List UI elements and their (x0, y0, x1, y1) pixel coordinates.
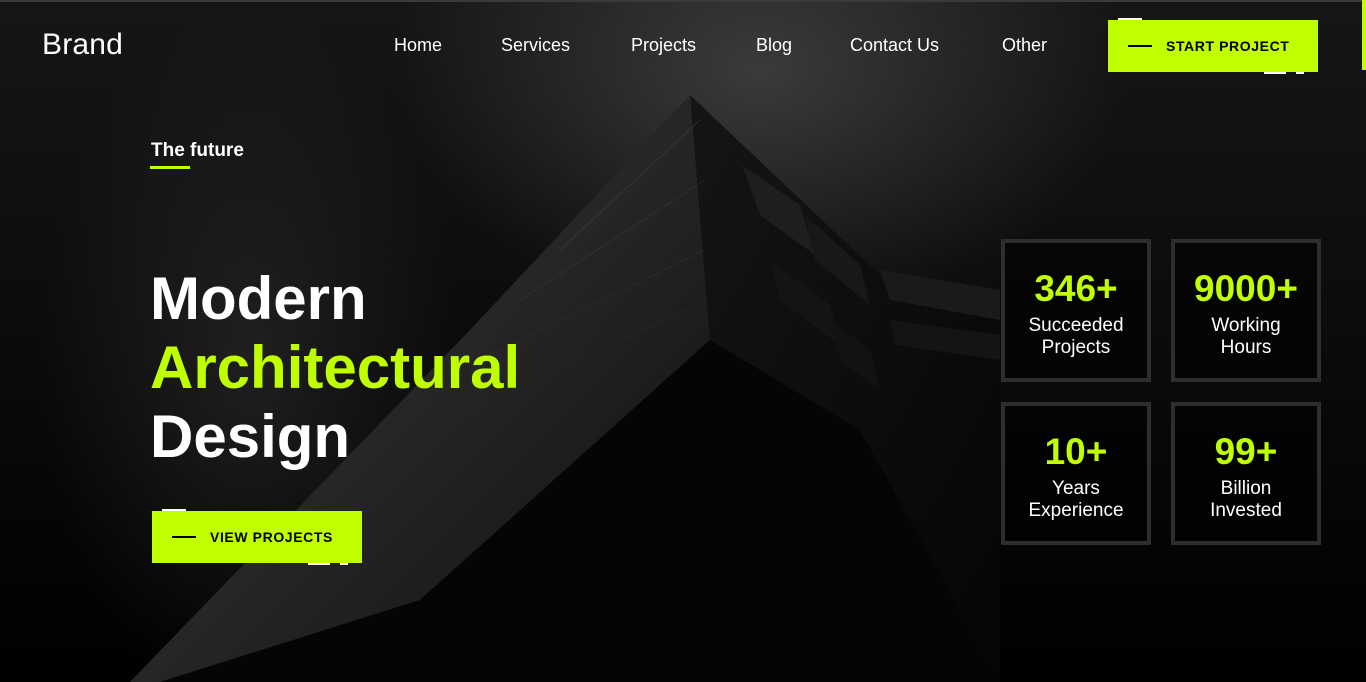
nav-home[interactable]: Home (394, 35, 442, 56)
stat-label-line: Billion (1220, 478, 1272, 499)
stat-label: Billion Invested (1210, 478, 1282, 522)
headline-line-2: Architectural (150, 334, 521, 401)
top-border (0, 0, 1366, 2)
stat-value: 10+ (1044, 431, 1108, 472)
dash-icon (1128, 45, 1152, 47)
view-projects-label: VIEW PROJECTS (210, 529, 333, 545)
corner-accent (162, 509, 186, 511)
nav-blog[interactable]: Blog (756, 35, 792, 56)
stat-label-line: Experience (1028, 500, 1124, 521)
headline-line-1: Modern (150, 265, 367, 332)
stat-card: 9000+ Working Hours (1171, 239, 1321, 382)
nav-contact-us[interactable]: Contact Us (850, 35, 939, 56)
dash-icon (172, 536, 196, 538)
hero-headline: Modern Architectural Design (150, 264, 520, 471)
stat-value: 9000+ (1194, 268, 1298, 309)
nav-other[interactable]: Other (1002, 35, 1047, 56)
stat-value: 346+ (1034, 268, 1118, 309)
stat-label-line: Hours (1220, 337, 1272, 358)
nav-services[interactable]: Services (501, 35, 570, 56)
stat-label-line: Invested (1210, 500, 1282, 521)
tagline-underline (150, 166, 190, 169)
corner-accent (1296, 72, 1304, 74)
stat-label-line: Working (1211, 315, 1281, 336)
hero-tagline: The future (151, 140, 244, 161)
scroll-accent (1362, 0, 1366, 70)
stat-label: Succeeded Projects (1028, 315, 1123, 359)
stat-card: 99+ Billion Invested (1171, 402, 1321, 545)
stat-label: Years Experience (1028, 478, 1123, 522)
start-project-button[interactable]: START PROJECT (1108, 18, 1318, 74)
stat-label-line: Succeeded (1028, 315, 1124, 336)
nav-projects[interactable]: Projects (631, 35, 696, 56)
headline-line-3: Design (150, 403, 351, 470)
start-project-label: START PROJECT (1166, 38, 1290, 54)
corner-accent (1118, 18, 1142, 20)
stat-label-line: Projects (1041, 337, 1111, 358)
stat-value: 99+ (1214, 431, 1278, 472)
brand-logo[interactable]: Brand (42, 28, 123, 62)
stat-label: Working Hours (1211, 315, 1280, 359)
corner-accent (308, 563, 330, 565)
view-projects-button[interactable]: VIEW PROJECTS (152, 509, 362, 565)
stat-card: 346+ Succeeded Projects (1001, 239, 1151, 382)
corner-accent (1264, 72, 1286, 74)
corner-accent (340, 563, 348, 565)
stat-card: 10+ Years Experience (1001, 402, 1151, 545)
stat-label-line: Years (1052, 478, 1100, 499)
